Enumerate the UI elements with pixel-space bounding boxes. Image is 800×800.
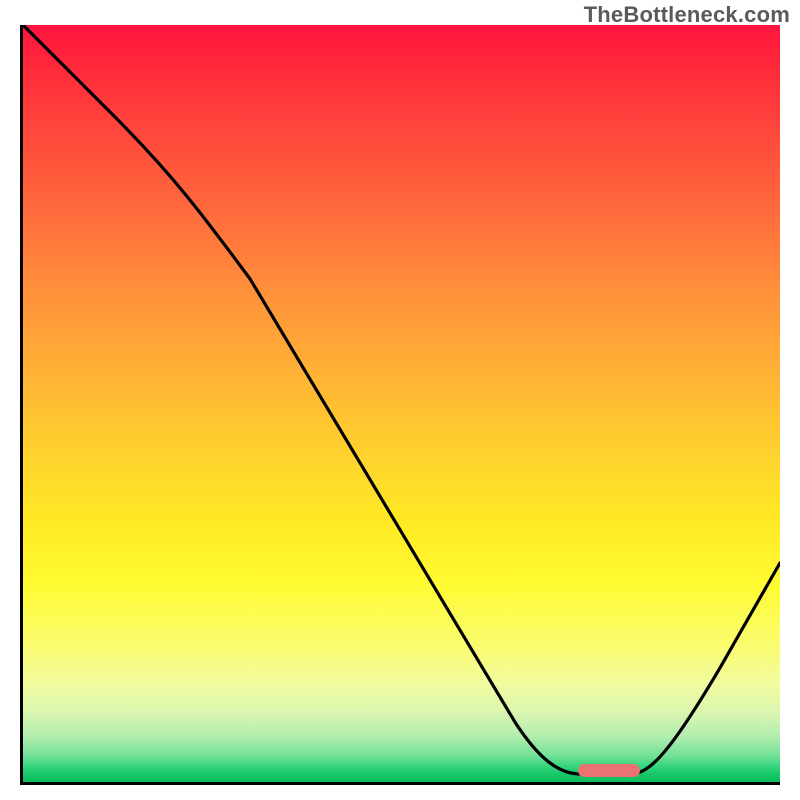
optimal-range-marker	[578, 764, 640, 777]
plot-area	[20, 25, 780, 785]
curve-svg	[23, 25, 780, 782]
chart-container: TheBottleneck.com	[0, 0, 800, 800]
bottleneck-curve-path	[23, 25, 780, 774]
